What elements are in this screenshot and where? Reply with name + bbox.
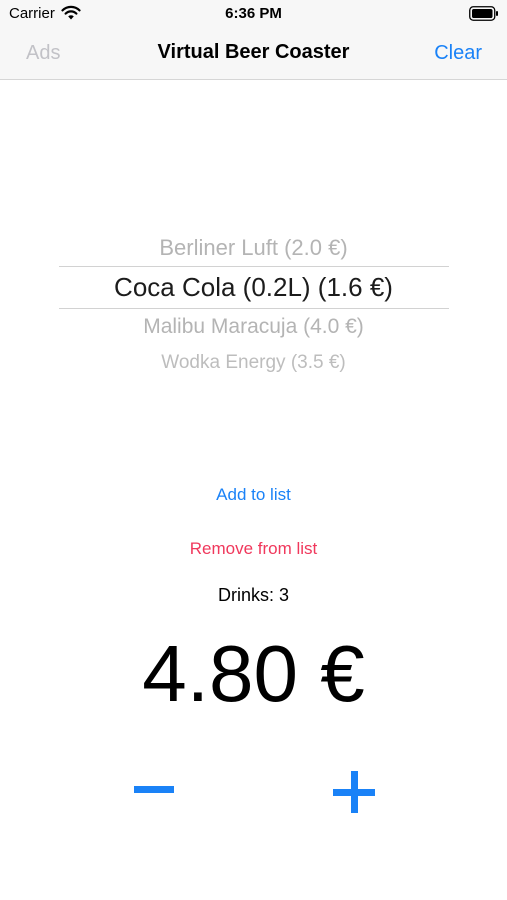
picker-row[interactable]: Berliner Luft (2.0 €) xyxy=(0,235,507,261)
drinks-count-row: Drinks: 3 xyxy=(0,585,507,606)
decrement-button[interactable] xyxy=(134,786,174,796)
picker-selection-bottom-line xyxy=(59,308,449,309)
minus-icon xyxy=(134,786,174,793)
app-screen: Carrier 6:36 PM Ads Virtual Beer Coaster… xyxy=(0,0,507,900)
battery-icon xyxy=(469,6,498,21)
picker-row[interactable]: Malibu Maracuja (4.0 €) xyxy=(0,315,507,339)
clear-button[interactable]: Clear xyxy=(434,42,482,65)
add-to-list-button[interactable]: Add to list xyxy=(0,485,507,505)
drink-picker[interactable]: Berliner Luft (2.0 €) Coca Cola (0.2L) (… xyxy=(0,225,507,385)
drinks-label: Drinks: xyxy=(217,585,274,605)
increment-button[interactable] xyxy=(333,771,375,813)
total-amount: 4.80 € xyxy=(142,629,365,718)
picker-row[interactable]: Wodka Energy (3.5 €) xyxy=(0,352,507,374)
picker-row-selected[interactable]: Coca Cola (0.2L) (1.6 €) xyxy=(0,272,507,303)
page-title: Virtual Beer Coaster xyxy=(157,41,350,63)
drinks-count: 3 xyxy=(279,585,290,605)
navigation-bar: Ads Virtual Beer Coaster Clear xyxy=(0,28,507,80)
clock: 6:36 PM xyxy=(225,5,282,22)
status-bar: Carrier 6:36 PM xyxy=(0,0,507,28)
remove-from-list-button[interactable]: Remove from list xyxy=(0,539,507,559)
picker-selection-top-line xyxy=(59,266,449,267)
